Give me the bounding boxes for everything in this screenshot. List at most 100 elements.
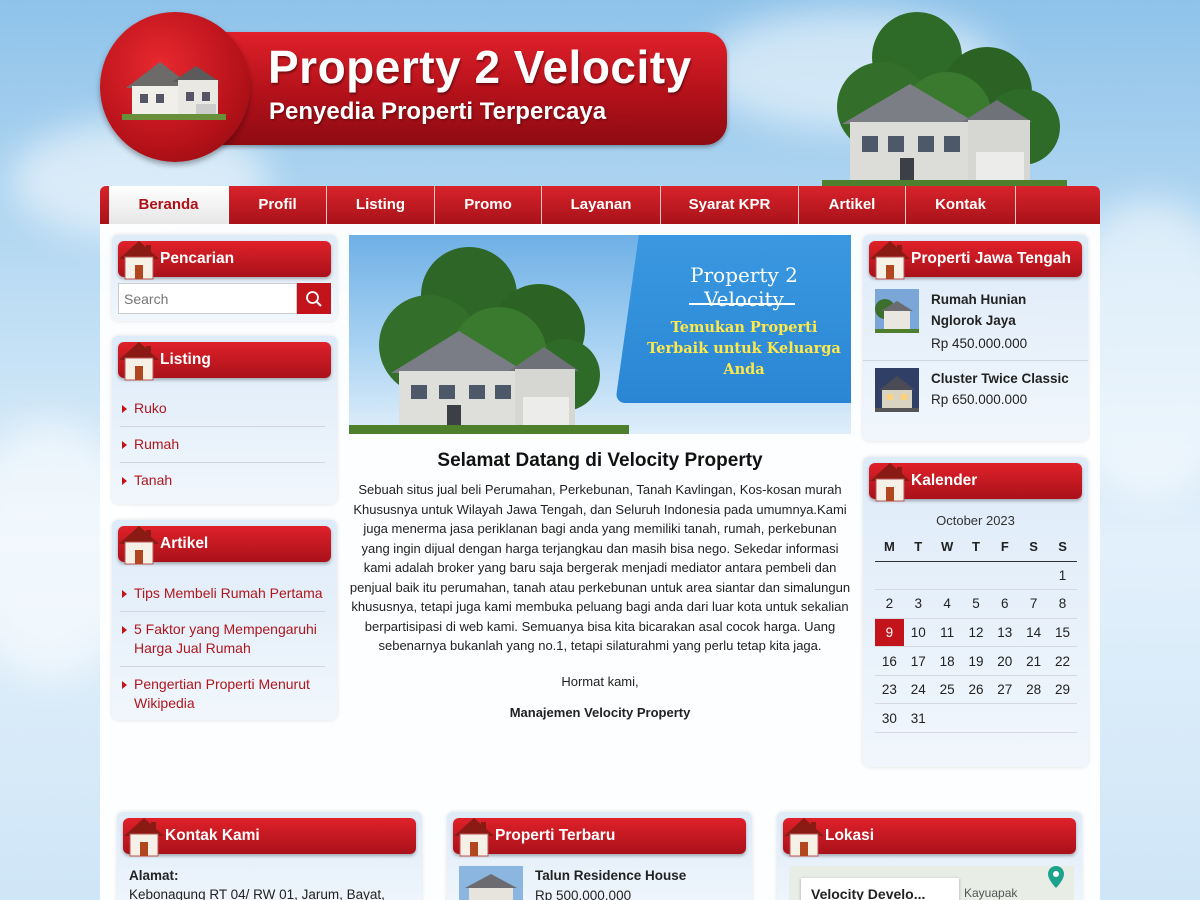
- calendar-day[interactable]: 5: [961, 589, 991, 619]
- calendar-empty-cell: [961, 703, 991, 734]
- calendar-day[interactable]: 29: [1048, 675, 1077, 705]
- map-pin-icon[interactable]: [1047, 866, 1065, 888]
- property-price: Rp 500.000.000: [535, 888, 632, 900]
- kontak-title: Kontak Kami: [123, 818, 416, 857]
- map-place-card[interactable]: Velocity Develo...: [801, 878, 959, 900]
- properti-jateng-widget: Properti Jawa Tengah Rumah Hunian Ngloro…: [863, 235, 1088, 441]
- calendar-day[interactable]: 7: [1019, 589, 1049, 619]
- logo-house-icon[interactable]: [100, 12, 250, 162]
- calendar-day[interactable]: 9: [875, 618, 904, 648]
- alamat-text: Kebonagung RT 04/ RW 01, Jarum, Bayat,: [129, 887, 385, 900]
- search-button[interactable]: [297, 283, 331, 314]
- calendar-month: October 2023: [936, 513, 1015, 528]
- calendar-day[interactable]: 6: [990, 589, 1020, 619]
- calendar-day[interactable]: 12: [961, 618, 991, 648]
- map-town-label: Kayuapak: [964, 886, 1018, 900]
- house-icon: [119, 342, 159, 381]
- calendar-widget: Kalender October 2023 MTWTFSS 1234567891…: [863, 457, 1088, 767]
- nav-profil[interactable]: Profil: [229, 186, 327, 224]
- listing-list: Ruko Rumah Tanah: [120, 391, 325, 498]
- calendar-day[interactable]: 16: [875, 646, 904, 676]
- nav-promo[interactable]: Promo: [435, 186, 542, 224]
- calendar-day[interactable]: 20: [990, 646, 1020, 676]
- lokasi-widget: Lokasi Velocity Develo... Kayuapak: [777, 812, 1082, 900]
- header-house-icon: [822, 12, 1067, 188]
- calendar-day-name: T: [961, 533, 991, 562]
- nav-kontak[interactable]: Kontak: [906, 186, 1016, 224]
- calendar-day[interactable]: 21: [1019, 646, 1049, 676]
- calendar-day[interactable]: 1: [1048, 561, 1077, 591]
- calendar-day[interactable]: 28: [1019, 675, 1049, 705]
- calendar-day[interactable]: 17: [903, 646, 933, 676]
- property-name[interactable]: Rumah Hunian Nglorok Jaya: [931, 289, 1078, 331]
- property-thumbnail[interactable]: [875, 368, 919, 412]
- listing-widget: Listing Ruko Rumah Tanah: [112, 336, 337, 504]
- calendar-day[interactable]: 2: [875, 589, 904, 619]
- search-icon: [306, 290, 322, 307]
- calendar-day[interactable]: 10: [903, 618, 933, 648]
- calendar-day[interactable]: 23: [875, 675, 904, 705]
- calendar-week: 16 17 18 19 20 21 22: [875, 646, 1077, 676]
- calendar-day[interactable]: 30: [875, 703, 904, 734]
- calendar-day[interactable]: 31: [903, 703, 933, 734]
- calendar-day[interactable]: 18: [932, 646, 962, 676]
- calendar-day[interactable]: 25: [932, 675, 962, 705]
- house-icon: [454, 818, 494, 857]
- listing-link-rumah[interactable]: Rumah: [120, 427, 325, 463]
- calendar-empty-cell: [903, 561, 933, 591]
- listing-link-ruko[interactable]: Ruko: [120, 391, 325, 427]
- artikel-link[interactable]: 5 Faktor yang Mempengaruhi Harga Jual Ru…: [120, 612, 325, 667]
- nav-artikel[interactable]: Artikel: [799, 186, 906, 224]
- property-thumbnail[interactable]: [459, 866, 523, 900]
- nav-beranda[interactable]: Beranda: [109, 186, 229, 224]
- calendar-day[interactable]: 19: [961, 646, 991, 676]
- artikel-link[interactable]: Tips Membeli Rumah Pertama: [120, 576, 325, 612]
- calendar-week: 23 24 25 26 27 28 29: [875, 675, 1077, 705]
- calendar-day[interactable]: 3: [903, 589, 933, 619]
- calendar-day-name: W: [932, 533, 962, 562]
- calendar-day-names: MTWTFSS: [875, 533, 1077, 562]
- calendar-day[interactable]: 13: [990, 618, 1020, 648]
- main-content-area: Pencarian Listing Ruko Rumah Tanah Artik…: [100, 224, 1100, 784]
- calendar-day[interactable]: 15: [1048, 618, 1077, 648]
- calendar-day[interactable]: 8: [1048, 589, 1077, 619]
- site-header: Property 2 Velocity Penyedia Properti Te…: [100, 10, 1100, 188]
- properti-jateng-title: Properti Jawa Tengah: [869, 241, 1082, 280]
- artikel-link[interactable]: Pengertian Properti Menurut Wikipedia: [120, 667, 325, 721]
- calendar-week: 2345678: [875, 589, 1077, 619]
- nav-layanan[interactable]: Layanan: [542, 186, 661, 224]
- footer: Kontak Kami Alamat: Kebonagung RT 04/ RW…: [100, 784, 1100, 900]
- banner-subtitle: Temukan Properti Terbaik untuk Keluarga …: [647, 319, 841, 378]
- house-icon: [870, 241, 910, 280]
- welcome-signature: Manajemen Velocity Property: [509, 705, 691, 720]
- banner-house-icon: [349, 247, 629, 434]
- calendar-day[interactable]: 4: [932, 589, 962, 619]
- calendar-day[interactable]: 22: [1048, 646, 1077, 676]
- location-map[interactable]: Velocity Develo... Kayuapak: [789, 866, 1074, 900]
- site-tagline: Penyedia Properti Terpercaya: [269, 98, 607, 125]
- artikel-widget: Artikel Tips Membeli Rumah Pertama 5 Fak…: [112, 520, 337, 720]
- calendar-empty-cell: [961, 561, 991, 591]
- nav-syarat-kpr[interactable]: Syarat KPR: [661, 186, 799, 224]
- property-thumbnail[interactable]: [875, 289, 919, 333]
- calendar-empty-cell: [932, 561, 962, 591]
- calendar-day[interactable]: 14: [1019, 618, 1049, 648]
- search-input[interactable]: [118, 283, 297, 314]
- calendar-day[interactable]: 24: [903, 675, 933, 705]
- calendar-day[interactable]: 27: [990, 675, 1020, 705]
- property-name[interactable]: Talun Residence House: [535, 868, 686, 883]
- properti-terbaru-title: Properti Terbaru: [453, 818, 746, 857]
- banner-divider: [689, 303, 795, 305]
- calendar-title: Kalender: [869, 463, 1082, 502]
- calendar-day[interactable]: 11: [932, 618, 962, 648]
- property-item[interactable]: Rumah Hunian Nglorok Jaya Rp 450.000.000: [875, 289, 1078, 354]
- calendar-day[interactable]: 26: [961, 675, 991, 705]
- calendar-empty-cell: [932, 703, 962, 734]
- nav-listing[interactable]: Listing: [327, 186, 435, 224]
- listing-link-tanah[interactable]: Tanah: [120, 463, 325, 498]
- house-icon: [119, 526, 159, 565]
- artikel-widget-title: Artikel: [118, 526, 331, 565]
- property-item[interactable]: Cluster Twice Classic Rp 650.000.000: [875, 368, 1078, 412]
- welcome-closing: Hormat kami,: [561, 673, 639, 689]
- property-name[interactable]: Cluster Twice Classic: [931, 368, 1069, 389]
